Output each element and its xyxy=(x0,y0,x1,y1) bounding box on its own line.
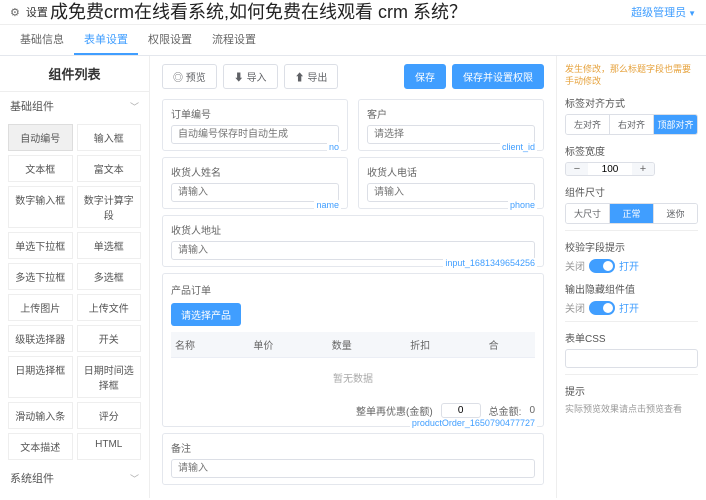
order-no-input[interactable] xyxy=(171,125,339,144)
main-tabs: 基础信息 表单设置 权限设置 流程设置 xyxy=(0,25,706,56)
chevron-down-icon: ﹀ xyxy=(130,100,139,113)
align-left[interactable]: 左对齐 xyxy=(566,115,610,134)
component-item[interactable]: 单选框 xyxy=(77,232,142,259)
label-width-input[interactable] xyxy=(588,163,632,175)
accordion-system-mod[interactable]: 系统模块﹀ xyxy=(0,492,149,498)
table-empty: 暂无数据 xyxy=(171,358,535,397)
table-header: 合 xyxy=(485,332,535,358)
product-table: 名称单价数量折扣合 xyxy=(171,332,535,358)
tab-basic-info[interactable]: 基础信息 xyxy=(10,25,74,55)
align-right[interactable]: 右对齐 xyxy=(610,115,654,134)
component-item[interactable]: 日期选择框 xyxy=(8,356,73,398)
preview-hint: 实际预览效果请点击预览查看 xyxy=(565,402,698,415)
remark-input[interactable] xyxy=(171,459,535,478)
component-item[interactable]: 数字计算字段 xyxy=(77,186,142,228)
accordion-system-comp[interactable]: 系统组件﹀ xyxy=(0,464,149,492)
field-name-badge: productOrder_1650790477727 xyxy=(410,418,537,428)
field-recv-name[interactable]: 收货人姓名 name xyxy=(162,157,348,209)
component-item[interactable]: 多选下拉框 xyxy=(8,263,73,290)
discount-input[interactable] xyxy=(441,403,481,418)
field-name-badge: no xyxy=(327,142,341,152)
component-item[interactable]: 评分 xyxy=(77,402,142,429)
component-item[interactable]: 数字输入框 xyxy=(8,186,73,228)
field-order-no[interactable]: 订单编号 no xyxy=(162,99,348,151)
field-name-badge: client_id xyxy=(500,142,537,152)
import-button[interactable]: ⬇ 导入 xyxy=(223,64,278,89)
component-item[interactable]: 富文本 xyxy=(77,155,142,182)
size-group: 大尺寸 正常 迷你 xyxy=(565,203,698,224)
component-item[interactable]: 单选下拉框 xyxy=(8,232,73,259)
label-width-stepper[interactable]: − + xyxy=(565,162,655,176)
save-perm-button[interactable]: 保存并设置权限 xyxy=(452,64,544,89)
align-top[interactable]: 顶部对齐 xyxy=(654,115,697,134)
form-canvas: ◎ 预览 ⬇ 导入 ⬆ 导出 保存 保存并设置权限 订单编号 no 客户 cli… xyxy=(150,56,556,498)
warning-text: 发生修改，那么标题字段也需要手动修改 xyxy=(565,64,698,87)
table-header: 数量 xyxy=(328,332,406,358)
component-item[interactable]: 输入框 xyxy=(77,124,142,151)
product-order-section[interactable]: 产品订单 请选择产品 名称单价数量折扣合 暂无数据 整单再优惠(金额) 总金额:… xyxy=(162,273,544,427)
user-role-dropdown[interactable]: 超级管理员▼ xyxy=(631,4,696,20)
field-recv-addr[interactable]: 收货人地址 input_1681349654256 xyxy=(162,215,544,267)
stepper-minus[interactable]: − xyxy=(566,163,588,175)
component-item[interactable]: 多选框 xyxy=(77,263,142,290)
gear-icon: ⚙ xyxy=(10,6,20,19)
hide-output-switch[interactable] xyxy=(589,301,615,315)
validate-switch[interactable] xyxy=(589,259,615,273)
component-item[interactable]: 开关 xyxy=(77,325,142,352)
tab-form-settings[interactable]: 表单设置 xyxy=(74,25,138,55)
page-overlay-title: 成免费crm在线看系统,如何免费在线观看 crm 系统？ xyxy=(50,0,467,24)
chevron-down-icon: ▼ xyxy=(688,9,696,18)
component-item[interactable]: 文本描述 xyxy=(8,433,73,460)
field-customer[interactable]: 客户 client_id xyxy=(358,99,544,151)
preview-button[interactable]: ◎ 预览 xyxy=(162,64,217,89)
stepper-plus[interactable]: + xyxy=(632,163,654,175)
tab-permission-settings[interactable]: 权限设置 xyxy=(138,25,202,55)
component-sidebar: 组件列表 基础组件﹀ 自动编号输入框文本框富文本数字输入框数字计算字段单选下拉框… xyxy=(0,56,150,498)
sidebar-title: 组件列表 xyxy=(0,56,149,92)
total-amount: 0 xyxy=(529,405,535,416)
field-name-badge: name xyxy=(314,200,341,210)
component-item[interactable]: 日期时间选择框 xyxy=(77,356,142,398)
component-item[interactable]: 级联选择器 xyxy=(8,325,73,352)
field-name-badge: phone xyxy=(508,200,537,210)
table-header: 折扣 xyxy=(406,332,484,358)
field-recv-phone[interactable]: 收货人电话 phone xyxy=(358,157,544,209)
chevron-down-icon: ﹀ xyxy=(130,472,139,485)
select-product-button[interactable]: 请选择产品 xyxy=(171,303,241,326)
table-header: 名称 xyxy=(171,332,249,358)
tab-process-settings[interactable]: 流程设置 xyxy=(202,25,266,55)
field-name-badge: input_1681349654256 xyxy=(443,258,537,268)
property-panel: 发生修改，那么标题字段也需要手动修改 标签对齐方式 左对齐 右对齐 顶部对齐 标… xyxy=(556,56,706,498)
align-group: 左对齐 右对齐 顶部对齐 xyxy=(565,114,698,135)
table-header: 单价 xyxy=(249,332,327,358)
size-large[interactable]: 大尺寸 xyxy=(566,204,610,223)
form-css-input[interactable] xyxy=(565,349,698,368)
settings-label: 设置 xyxy=(26,4,48,20)
field-remark[interactable]: 备注 xyxy=(162,433,544,485)
component-item[interactable]: 上传图片 xyxy=(8,294,73,321)
save-button[interactable]: 保存 xyxy=(404,64,446,89)
component-item[interactable]: 文本框 xyxy=(8,155,73,182)
size-mini[interactable]: 迷你 xyxy=(654,204,697,223)
export-button[interactable]: ⬆ 导出 xyxy=(284,64,339,89)
component-item[interactable]: 上传文件 xyxy=(77,294,142,321)
component-item[interactable]: 自动编号 xyxy=(8,124,73,151)
component-item[interactable]: HTML xyxy=(77,433,142,460)
component-item[interactable]: 滑动输入条 xyxy=(8,402,73,429)
size-normal[interactable]: 正常 xyxy=(610,204,654,223)
accordion-basic[interactable]: 基础组件﹀ xyxy=(0,92,149,120)
